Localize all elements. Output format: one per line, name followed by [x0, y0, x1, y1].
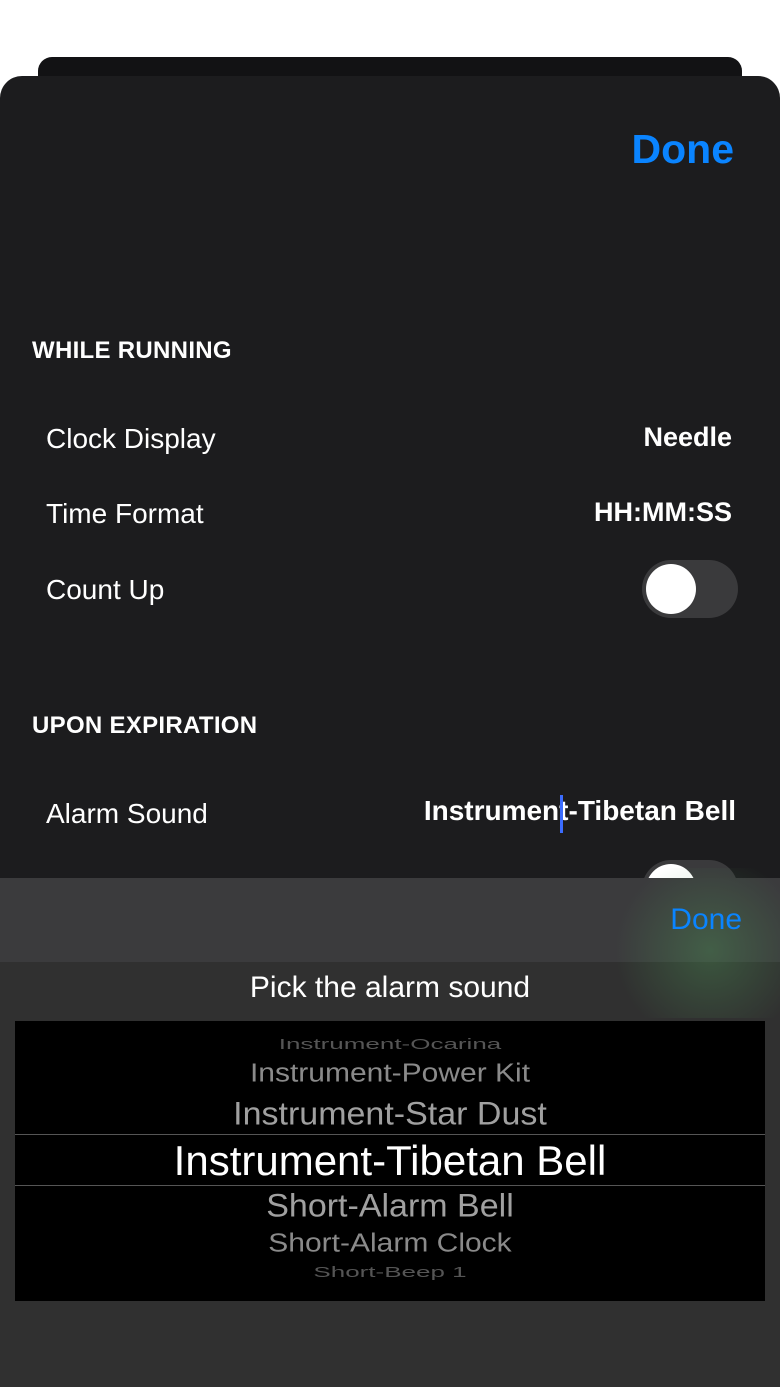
section-header-upon-expiration: UPON EXPIRATION — [32, 712, 258, 739]
picker-option[interactable]: Instrument-Ocarina — [15, 1036, 765, 1053]
count-up-label: Count Up — [46, 574, 165, 605]
clock-display-value[interactable]: Needle — [643, 422, 732, 453]
done-button[interactable]: Done — [632, 126, 735, 173]
picker-option[interactable]: Short-Alarm Bell — [15, 1188, 765, 1225]
section-header-while-running: WHILE RUNNING — [32, 337, 232, 364]
picker-option-selected[interactable]: Instrument-Tibetan Bell — [15, 1137, 765, 1185]
time-format-value[interactable]: HH:MM:SS — [594, 497, 732, 528]
picker-option[interactable]: Short-Alarm Clock — [15, 1230, 765, 1259]
alarm-sound-field[interactable]: Instrument-Tibetan Bell — [396, 795, 736, 835]
text-caret — [560, 795, 563, 833]
alarm-sound-picker[interactable]: Instrument-Ocarina Instrument-Power Kit … — [15, 1021, 765, 1301]
alarm-sound-value: Instrument-Tibetan Bell — [423, 795, 736, 826]
clock-display-label[interactable]: Clock Display — [46, 423, 216, 455]
selection-indicator-top — [15, 1134, 765, 1135]
picker-done-button[interactable]: Done — [670, 903, 742, 937]
picker-panel: Done Pick the alarm sound Instrument-Oca… — [0, 868, 780, 1387]
time-format-label[interactable]: Time Format — [46, 498, 204, 530]
alarm-sound-label[interactable]: Alarm Sound — [46, 798, 208, 830]
toggle-knob — [646, 564, 696, 614]
picker-toolbar: Done — [0, 868, 780, 1018]
count-up-toggle[interactable] — [642, 560, 738, 618]
picker-title: Pick the alarm sound — [249, 971, 531, 1004]
picker-option[interactable]: Instrument-Power Kit — [15, 1060, 765, 1089]
selection-indicator-bottom — [15, 1185, 765, 1186]
picker-option[interactable]: Instrument-Star Dust — [15, 1096, 765, 1133]
picker-option[interactable]: Short-Beep 1 — [15, 1264, 765, 1281]
